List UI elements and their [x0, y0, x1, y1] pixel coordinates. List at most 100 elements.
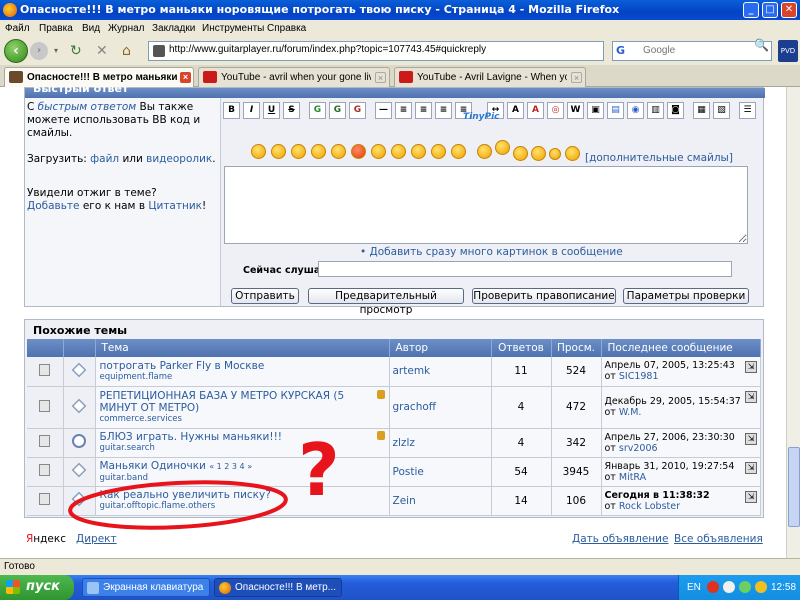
email-button[interactable]: ▤ [607, 102, 624, 119]
author-link[interactable]: artemk [393, 365, 431, 377]
add-many-pictures-link[interactable]: • Добавить сразу много картинок в сообще… [360, 246, 623, 258]
add-quote-link[interactable]: Добавьте [27, 200, 80, 212]
table-row[interactable]: потрогать Parker Fly в Москве equipment.… [27, 357, 761, 387]
quote-button[interactable]: ▧ [713, 102, 730, 119]
smiley-icon[interactable] [271, 144, 286, 159]
topic-forum-link[interactable]: equipment.flame [100, 372, 389, 383]
message-textarea[interactable] [224, 166, 748, 244]
spellcheck-button[interactable]: Проверить правописание [472, 288, 616, 304]
last-post-user-link[interactable]: W.M. [619, 407, 642, 418]
align-center-button[interactable]: ≡ [415, 102, 432, 119]
smiley-icon[interactable] [531, 146, 546, 161]
underline-button[interactable]: U [263, 102, 280, 119]
close-button[interactable]: ✕ [781, 2, 797, 18]
more-smileys-link[interactable]: [дополнительные смайлы] [585, 152, 733, 164]
url-input[interactable] [169, 44, 549, 55]
menu-bookmarks[interactable]: Закладки [152, 23, 195, 34]
header-views[interactable]: Просм. [551, 339, 602, 357]
network-icon[interactable] [723, 581, 735, 593]
go-to-last-post-icon[interactable]: ⇲ [745, 361, 757, 373]
last-post-user-link[interactable]: srv2006 [619, 443, 658, 454]
history-dropdown-icon[interactable]: ▾ [54, 42, 58, 60]
go-to-last-post-icon[interactable]: ⇲ [745, 432, 757, 445]
topic-title-link[interactable]: Маньяки Одиночки [100, 460, 206, 472]
header-author[interactable]: Автор [389, 339, 492, 357]
place-ad-link[interactable]: Дать объявление [572, 533, 668, 545]
font-color-button[interactable]: A [527, 102, 544, 119]
flash-button[interactable]: ◎ [547, 102, 564, 119]
marquee-button[interactable]: G [349, 102, 366, 119]
hr-button[interactable]: — [375, 102, 392, 119]
author-link[interactable]: Zein [393, 495, 416, 507]
tray-app-icon[interactable] [739, 581, 751, 593]
smiley-icon[interactable] [513, 146, 528, 161]
menu-help[interactable]: Справка [267, 23, 306, 34]
back-button[interactable]: ‹ [4, 39, 28, 63]
smiley-icon[interactable] [411, 144, 426, 159]
shadow-button[interactable]: G [329, 102, 346, 119]
go-to-last-post-icon[interactable]: ⇲ [745, 490, 757, 503]
smiley-icon[interactable] [331, 144, 346, 159]
tab-youtube-1[interactable]: YouTube - avril when your gone live × [198, 67, 390, 87]
google-icon[interactable]: G [616, 44, 630, 58]
tinypic-logo[interactable]: TinyPic [463, 112, 500, 122]
topic-forum-link[interactable]: guitar.offtopic.flame.others [100, 501, 389, 512]
topic-forum-link[interactable]: guitar.band [100, 473, 389, 484]
language-indicator[interactable]: EN [687, 582, 701, 593]
spellcheck-params-button[interactable]: Параметры проверки [623, 288, 749, 304]
smiley-icon[interactable] [391, 144, 406, 159]
all-ads-link[interactable]: Все объявления [674, 533, 763, 545]
smiley-icon[interactable] [495, 140, 510, 155]
home-icon[interactable]: ⌂ [122, 42, 131, 60]
last-post-user-link[interactable]: Rock Lobster [619, 501, 680, 512]
taskbar-item-keyboard[interactable]: Экранная клавиатура [82, 578, 210, 597]
menu-tools[interactable]: Инструменты [202, 23, 264, 34]
quotes-link[interactable]: Цитатник [148, 200, 202, 212]
search-bar[interactable]: G [612, 41, 772, 61]
go-to-last-post-icon[interactable]: ⇲ [745, 390, 757, 403]
menu-view[interactable]: Вид [82, 23, 100, 34]
stop-icon[interactable]: ✕ [96, 42, 108, 60]
smiley-icon[interactable] [371, 144, 386, 159]
cool-smiley-icon[interactable] [431, 144, 446, 159]
italic-button[interactable]: I [243, 102, 260, 119]
image-button[interactable]: ▣ [587, 102, 604, 119]
preview-button[interactable]: Предварительный просмотр [308, 288, 464, 316]
topic-title-link[interactable]: потрогать Parker Fly в Москве [100, 360, 389, 372]
tab-forum[interactable]: Опасносте!!! В метро маньяки н... × [4, 67, 194, 87]
url-bar[interactable]: ☆ [148, 41, 750, 61]
pvd-button[interactable]: PVD [778, 40, 798, 62]
table-row[interactable]: БЛЮЗ играть. Нужны маньяки!!! guitar.sea… [27, 428, 761, 458]
align-left-button[interactable]: ≡ [395, 102, 412, 119]
tab-close-icon[interactable]: × [375, 72, 386, 83]
last-post-user-link[interactable]: MitRA [619, 472, 646, 483]
vertical-scrollbar[interactable] [786, 87, 800, 558]
angry-smiley-icon[interactable] [351, 144, 366, 159]
smiley-icon[interactable] [477, 144, 492, 159]
align-right-button[interactable]: ≡ [435, 102, 452, 119]
link-button[interactable]: ◉ [627, 102, 644, 119]
strike-button[interactable]: S [283, 102, 300, 119]
upload-video-link[interactable]: видеоролик [146, 153, 212, 165]
topic-title-link[interactable]: Как реально увеличить писку? [100, 489, 389, 501]
font-size-button[interactable]: A [507, 102, 524, 119]
menu-edit[interactable]: Правка [39, 23, 73, 34]
smiley-icon[interactable] [565, 146, 580, 161]
maximize-button[interactable]: □ [762, 2, 778, 18]
table-row[interactable]: РЕПЕТИЦИОННАЯ БАЗА У МЕТРО КУРСКАЯ (5 МИ… [27, 386, 761, 429]
taskbar-item-firefox[interactable]: Опасносте!!! В метр... [214, 578, 342, 597]
upload-file-link[interactable]: файл [90, 153, 119, 165]
scrollbar-thumb[interactable] [788, 447, 800, 527]
table-row[interactable]: Маньяки Одиночки « 1 2 3 4 » guitar.band… [27, 457, 761, 487]
search-input[interactable] [643, 45, 753, 56]
author-link[interactable]: zlzlz [393, 437, 415, 449]
smiley-icon[interactable] [311, 144, 326, 159]
go-to-last-post-icon[interactable]: ⇲ [745, 461, 757, 474]
smiley-icon[interactable] [549, 148, 561, 160]
header-replies[interactable]: Ответов [491, 339, 552, 357]
reload-icon[interactable]: ↻ [70, 42, 82, 60]
topic-pages[interactable]: « 1 2 3 4 » [209, 462, 252, 471]
header-topic[interactable]: Тема [95, 339, 390, 357]
table-button[interactable]: ◙ [667, 102, 684, 119]
wiki-button[interactable]: W [567, 102, 584, 119]
